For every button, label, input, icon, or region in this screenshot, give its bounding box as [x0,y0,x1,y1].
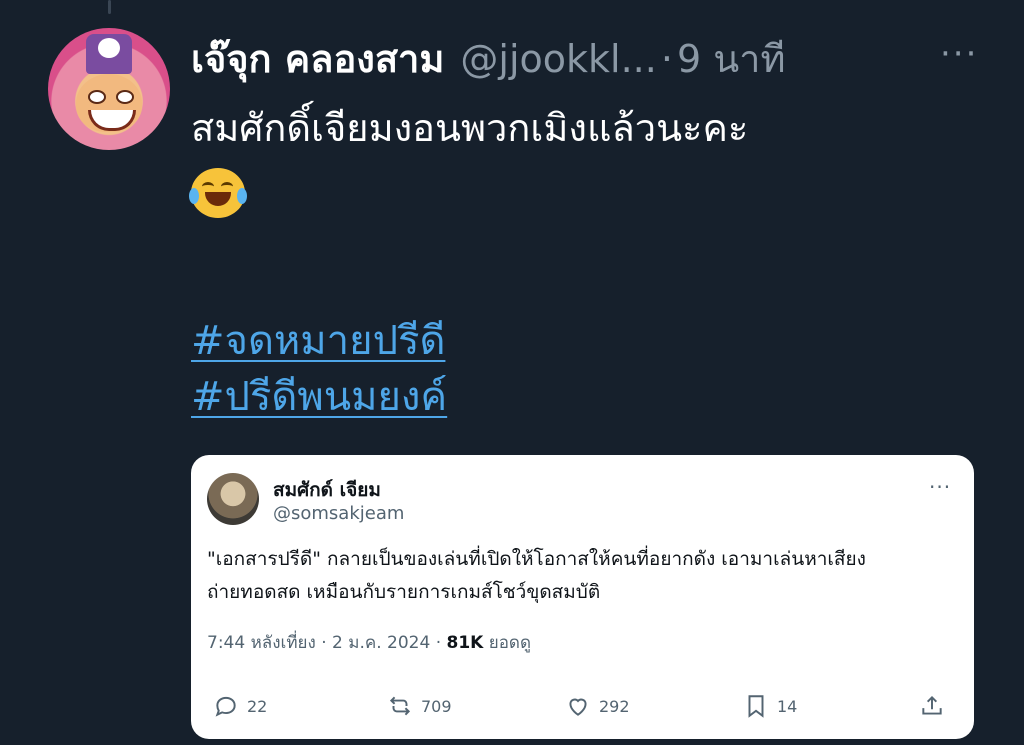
reply-button[interactable]: 22 [213,693,267,719]
reply-count: 22 [247,696,268,716]
author-handle[interactable]: @jjookkl... [460,37,656,81]
tweet-emoji-line [189,168,247,222]
quoted-author-avatar[interactable] [207,473,259,525]
tweet-time[interactable]: 9 นาที [677,28,786,89]
quoted-author-handle[interactable]: @somsakjeam [273,503,404,524]
quoted-author-name[interactable]: สมศักด์ เจียม [273,475,381,505]
thread-connector-line [108,0,111,14]
share-button[interactable] [919,693,953,719]
quoted-tweet-text: "เอกสารปรีดี" กลายเป็นของเล่นที่เปิดให้โ… [207,543,967,609]
bookmark-icon [748,695,764,718]
face-with-tears-of-joy-icon [189,168,247,218]
quoted-text-line: "เอกสารปรีดี" กลายเป็นของเล่นที่เปิดให้โ… [207,548,866,570]
hashtag-link[interactable]: #ปรีดีพนมยงค์ [191,364,447,428]
share-icon [922,695,942,715]
quoted-action-bar: 22 709 292 14 [191,693,974,723]
quoted-text-line: ถ่ายทอดสด เหมือนกับรายการเกมส์โชว์ขุดสมบ… [207,581,601,603]
bookmark-button[interactable]: 14 [743,693,797,719]
repost-button[interactable]: 709 [387,693,452,719]
views-label: ยอดดู [488,633,532,653]
quoted-date[interactable]: 2 ม.ค. 2024 [332,633,430,653]
author-avatar[interactable] [48,28,170,150]
bookmark-count: 14 [777,696,798,716]
like-count: 292 [599,696,630,716]
like-button[interactable]: 292 [565,693,630,719]
hashtag-link[interactable]: #จดหมายปรีดี [191,308,445,372]
tweet-header: เจ๊จุก คลองสาม @jjookkl... · 9 นาที [191,28,786,89]
repost-count: 709 [421,696,452,716]
quoted-tweet-card[interactable]: สมศักด์ เจียม @somsakjeam ··· "เอกสารปรี… [191,455,974,739]
author-name[interactable]: เจ๊จุก คลองสาม [191,28,444,89]
reply-icon [215,696,236,717]
views-count: 81K [446,633,484,653]
meta-separator: · [435,633,447,653]
tweet-text: สมศักดิ์เจียมงอนพวกเมิงแล้วนะคะ [191,106,749,150]
quoted-more-options-icon[interactable]: ··· [929,475,951,499]
quoted-time[interactable]: 7:44 หลังเที่ยง [207,633,316,653]
repost-icon [389,696,411,716]
quoted-tweet-meta: 7:44 หลังเที่ยง · 2 ม.ค. 2024 · 81K ยอดด… [207,629,531,656]
more-options-icon[interactable]: ··· [940,34,978,74]
heart-icon [569,698,587,716]
meta-separator: · [321,633,333,653]
separator-dot: · [660,36,673,81]
